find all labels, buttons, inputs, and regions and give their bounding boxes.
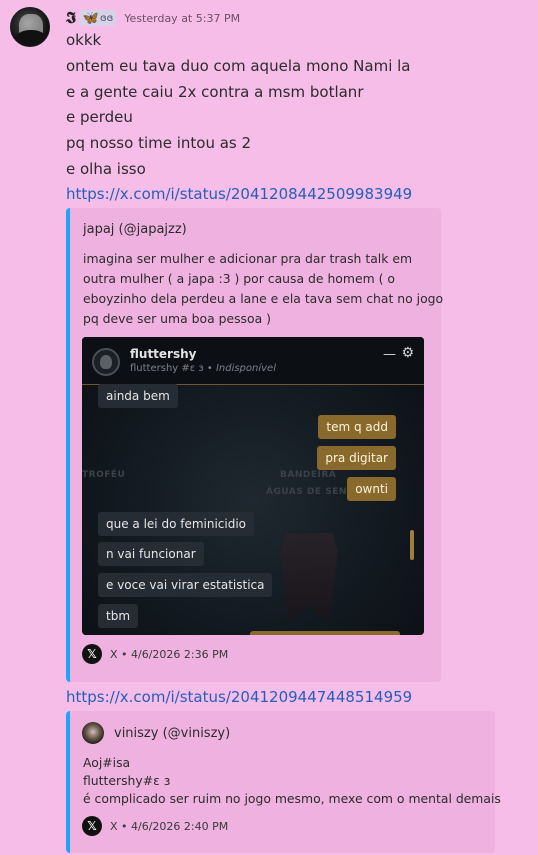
embed-description-line: imagina ser mulher e adicionar pra dar t…	[83, 251, 413, 266]
embed-description-line: Aoj#isa	[83, 755, 131, 770]
guild-tag-text: ɞɞ	[100, 12, 114, 24]
minimize-icon: —	[383, 347, 396, 362]
chat-contact-tag: fluttershy #ɛ ɜ	[130, 363, 204, 374]
chat-bubble-sent: tem q add	[318, 415, 396, 439]
watermark-text: BANDEIRA	[280, 470, 337, 480]
embed-author[interactable]: viniszy (@viniszy)	[114, 726, 230, 741]
username[interactable]: 𝕴	[66, 8, 76, 28]
chat-contact-name: fluttershy	[130, 347, 197, 361]
chat-bubble-received: que a lei do feminicidio	[98, 512, 255, 536]
message-line: e olha isso	[66, 160, 146, 178]
chat-bubble-received: e voce vai virar estatistica	[98, 573, 273, 597]
chat-bubble-sent-partial	[250, 631, 400, 635]
chat-window-header: fluttershy fluttershy #ɛ ɜ • Indisponíve…	[82, 337, 424, 385]
chat-bubble-received: tbm	[98, 604, 139, 628]
chat-avatar	[92, 348, 120, 376]
chat-bubble-received: ainda bem	[98, 384, 178, 408]
chat-bubble-sent: ownti	[347, 477, 396, 501]
message-line: pq nosso time intou as 2	[66, 134, 252, 152]
message-line: e perdeu	[66, 108, 133, 126]
chat-bubble-received: n vai funcionar	[98, 542, 204, 566]
gear-icon: ⚙	[401, 345, 414, 361]
x-logo-icon: 𝕏	[82, 816, 102, 836]
message-timestamp: Yesterday at 5:37 PM	[124, 11, 241, 25]
embed-footer: 𝕏 X • 4/6/2026 2:40 PM	[82, 816, 228, 836]
tweet-link[interactable]: https://x.com/i/status/20412094474485149…	[66, 688, 412, 706]
guild-tag[interactable]: 🦋 ɞɞ	[79, 10, 117, 26]
embed-author[interactable]: japaj (@japajzz)	[83, 222, 187, 237]
message-line: ontem eu tava duo com aquela mono Nami l…	[66, 57, 411, 75]
user-avatar[interactable]	[10, 7, 50, 47]
butterfly-icon: 🦋	[82, 10, 100, 26]
chat-bubble-sent: pra digitar	[317, 446, 396, 470]
embed-description-line: outra mulher ( a japa :3 ) por causa de …	[83, 271, 395, 286]
embed-description-line: é complicado ser ruim no jogo mesmo, mex…	[83, 791, 501, 806]
chat-scrollbar[interactable]	[410, 530, 414, 560]
x-logo-icon: 𝕏	[82, 644, 102, 664]
message-line: e a gente caiu 2x contra a msm botlanr	[66, 83, 364, 101]
embed-description-line: pq deve ser uma boa pessoa )	[83, 311, 271, 326]
tweet-embed: viniszy (@viniszy) Aoj#isa fluttershy#ɛ …	[66, 711, 501, 853]
watermark-text: ÁGUAS DE SENT	[266, 487, 354, 497]
embed-footer-text: X • 4/6/2026 2:40 PM	[110, 819, 229, 833]
embed-image[interactable]: TROFÉU BANDEIRA ÁGUAS DE SENT fluttershy…	[82, 337, 424, 635]
chat-contact-status: fluttershy #ɛ ɜ • Indisponível	[130, 363, 276, 374]
watermark-text: TROFÉU	[82, 470, 126, 480]
chat-status-text: Indisponível	[215, 363, 276, 374]
author-avatar[interactable]	[82, 722, 104, 744]
embed-footer: 𝕏 X • 4/6/2026 2:36 PM	[82, 644, 228, 664]
tweet-embed: japaj (@japajzz) imagina ser mulher e ad…	[66, 208, 444, 682]
message-header: 𝕴 🦋 ɞɞ Yesterday at 5:37 PM	[66, 8, 241, 28]
tweet-link[interactable]: https://x.com/i/status/20412084425099839…	[66, 185, 412, 203]
embed-description-line: eboyzinho dela perdeu a lane e ela tava …	[83, 291, 444, 306]
message-line: okkk	[66, 31, 102, 49]
embed-footer-text: X • 4/6/2026 2:36 PM	[110, 647, 229, 661]
embed-description-line: fluttershy#ɛ ɜ	[83, 773, 171, 788]
